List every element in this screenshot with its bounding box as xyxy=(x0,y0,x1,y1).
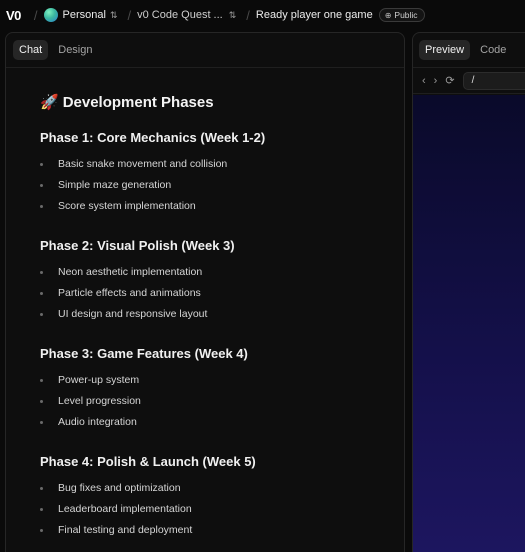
tab-code[interactable]: Code xyxy=(474,40,512,60)
phase-title: Phase 1: Core Mechanics (Week 1-2) xyxy=(40,130,266,145)
section-heading: 🚀 Development Phases xyxy=(40,93,214,112)
bullet xyxy=(40,486,43,490)
phase-title: Phase 4: Polish & Launch (Week 5) xyxy=(40,454,256,469)
rocket-icon: 🚀 xyxy=(40,94,59,111)
preview-tabs: Preview Code xyxy=(413,33,525,68)
bullet xyxy=(40,183,43,187)
list-item-text: Final testing and deployment xyxy=(58,524,193,536)
forward-icon[interactable]: › xyxy=(434,75,438,87)
list-item: Bug fixes and optimization xyxy=(40,482,181,494)
list-item: UI design and responsive layout xyxy=(40,308,207,320)
list-item-text: Level progression xyxy=(58,395,141,407)
visibility-label: Public xyxy=(394,10,418,20)
globe-icon: ⊕ xyxy=(384,10,392,20)
bullet xyxy=(40,291,43,295)
list-item: Simple maze generation xyxy=(40,179,171,191)
list-item-text: Power-up system xyxy=(58,374,140,386)
list-item: Final testing and deployment xyxy=(40,524,192,536)
bullet xyxy=(40,507,43,511)
list-item-text: Score system implementation xyxy=(58,200,196,212)
visibility-badge[interactable]: ⊕ Public xyxy=(378,8,425,22)
list-item: Power-up system xyxy=(40,374,139,386)
section-heading-text: Development Phases xyxy=(62,93,214,111)
bullet xyxy=(40,270,43,274)
list-item-text: Neon aesthetic implementation xyxy=(58,266,203,278)
phase-title: Phase 3: Game Features (Week 4) xyxy=(40,346,248,361)
workspace-name[interactable]: Personal xyxy=(63,9,106,21)
preview-panel: Preview Code ‹ › ⟳ / xyxy=(412,32,525,552)
bullet xyxy=(40,420,43,424)
preview-url-bar: ‹ › ⟳ / xyxy=(413,68,525,94)
breadcrumb-separator: / xyxy=(127,7,132,23)
workspace-avatar xyxy=(43,8,58,22)
url-input[interactable]: / xyxy=(462,71,525,90)
list-item: Particle effects and animations xyxy=(40,287,201,299)
bullet xyxy=(40,528,43,532)
bullet xyxy=(40,204,43,208)
list-item-text: Bug fixes and optimization xyxy=(58,482,181,494)
list-item: Neon aesthetic implementation xyxy=(40,266,202,278)
list-item: Basic snake movement and collision xyxy=(40,158,227,170)
bullet xyxy=(40,162,43,166)
chevron-updown-icon[interactable]: ⇅ xyxy=(110,10,118,21)
chat-panel: Chat Design 🚀 Development Phases Phase 1… xyxy=(5,32,405,552)
chevron-updown-icon[interactable]: ⇅ xyxy=(229,10,237,21)
bullet xyxy=(40,399,43,403)
list-item-text: Audio integration xyxy=(58,416,137,428)
list-item-text: Leaderboard implementation xyxy=(58,503,192,515)
breadcrumb-separator: / xyxy=(33,7,38,23)
list-item: Leaderboard implementation xyxy=(40,503,192,515)
top-bar: V0 / Personal ⇅ / v0 Code Quest ... ⇅ / … xyxy=(0,0,525,30)
bullet xyxy=(40,312,43,316)
page-title[interactable]: Ready player one game xyxy=(256,9,373,21)
list-item: Audio integration xyxy=(40,416,137,428)
list-item-text: UI design and responsive layout xyxy=(58,308,208,320)
list-item-text: Particle effects and animations xyxy=(58,287,201,299)
bullet xyxy=(40,378,43,382)
phase-title: Phase 2: Visual Polish (Week 3) xyxy=(40,238,235,253)
chat-tabs: Chat Design xyxy=(6,33,404,68)
list-item-text: Simple maze generation xyxy=(58,179,172,191)
back-icon[interactable]: ‹ xyxy=(422,75,426,87)
list-item: Score system implementation xyxy=(40,200,196,212)
refresh-icon[interactable]: ⟳ xyxy=(445,74,454,87)
tab-design[interactable]: Design xyxy=(52,40,98,60)
v0-logo[interactable]: V0 xyxy=(6,8,21,23)
list-item: Level progression xyxy=(40,395,141,407)
breadcrumb-separator: / xyxy=(246,7,250,23)
preview-canvas[interactable] xyxy=(413,95,525,552)
tab-chat[interactable]: Chat xyxy=(13,40,49,60)
project-name[interactable]: v0 Code Quest ... xyxy=(137,9,223,21)
list-item-text: Basic snake movement and collision xyxy=(58,158,228,170)
tab-preview[interactable]: Preview xyxy=(419,40,471,60)
